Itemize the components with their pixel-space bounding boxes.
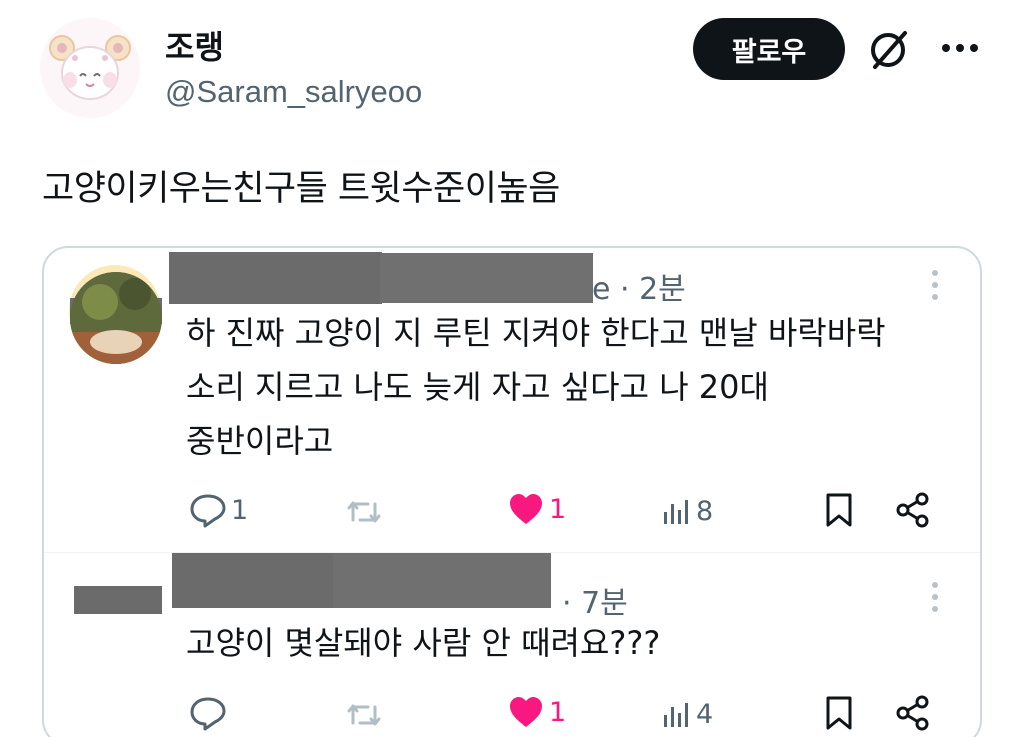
share-button[interactable]	[895, 492, 931, 528]
follow-button[interactable]: 팔로우	[693, 18, 845, 80]
author-handle[interactable]: @Saram_salryeoo	[165, 74, 422, 110]
retweet-button[interactable]	[346, 498, 382, 526]
retweet-button[interactable]	[346, 701, 382, 729]
reply-text: 고양이 몇살돼야 사람 안 때려요???	[186, 616, 966, 670]
quoted-screenshot-card[interactable]: e · 2분 하 진짜 고양이 지 루틴 지켜야 한다고 맨날 바락바락 소리 …	[42, 246, 982, 737]
reply-text-line: 하 진짜 고양이 지 루틴 지켜야 한다고 맨날 바락바락	[186, 314, 886, 352]
retweet-icon	[347, 704, 381, 726]
censor-bar	[380, 253, 593, 303]
bookmark-button[interactable]	[824, 695, 854, 731]
reply-button[interactable]	[189, 695, 227, 731]
kebab-menu-icon[interactable]	[930, 580, 940, 614]
sheep-character-icon	[40, 18, 140, 118]
censor-bar	[169, 252, 382, 304]
share-button[interactable]	[895, 695, 931, 731]
bookmark-button[interactable]	[824, 492, 854, 528]
view-count: 8	[696, 496, 714, 527]
author-name[interactable]: 조랭	[165, 22, 224, 68]
grok-slash-circle-icon[interactable]	[866, 26, 912, 72]
reply-count: 1	[231, 494, 249, 526]
author-avatar[interactable]	[40, 18, 140, 118]
comment-icon	[190, 494, 226, 528]
reply-text: 하 진짜 고양이 지 루틴 지켜야 한다고 맨날 바락바락 소리 지르고 나도 …	[186, 306, 966, 468]
more-horizontal-icon[interactable]	[940, 40, 980, 56]
comment-icon	[190, 697, 226, 731]
bookmark-icon	[826, 493, 852, 527]
share-icon	[896, 695, 929, 731]
tweet-text: 고양이키우는친구들 트윗수준이높음	[42, 169, 560, 209]
reply-meta: e · 2분	[592, 272, 686, 307]
like-count: 1	[549, 493, 567, 525]
reply-button[interactable]: 1	[189, 492, 248, 528]
like-button[interactable]: 1	[507, 695, 566, 729]
share-icon	[896, 492, 929, 528]
kebab-menu-icon[interactable]	[930, 268, 940, 302]
reply-text-line: 중반이라고	[186, 422, 334, 460]
bookmark-icon	[826, 696, 852, 730]
like-button[interactable]: 1	[507, 492, 566, 526]
heart-icon	[510, 697, 542, 727]
view-count: 4	[696, 699, 714, 730]
reply-text-line: 소리 지르고 나도 늦게 자고 싶다고 나 20대	[186, 368, 769, 406]
heart-icon	[510, 494, 542, 524]
censor-bar	[333, 553, 551, 608]
censor-bar	[74, 586, 162, 614]
retweet-icon	[347, 501, 381, 523]
reply-text-line: 고양이 몇살돼야 사람 안 때려요???	[186, 624, 661, 662]
views-chart-icon	[664, 702, 688, 727]
views-button[interactable]: 8	[662, 496, 713, 527]
like-count: 1	[549, 696, 567, 728]
views-chart-icon	[664, 499, 688, 524]
reply-avatar[interactable]	[70, 272, 162, 364]
views-button[interactable]: 4	[662, 699, 713, 730]
